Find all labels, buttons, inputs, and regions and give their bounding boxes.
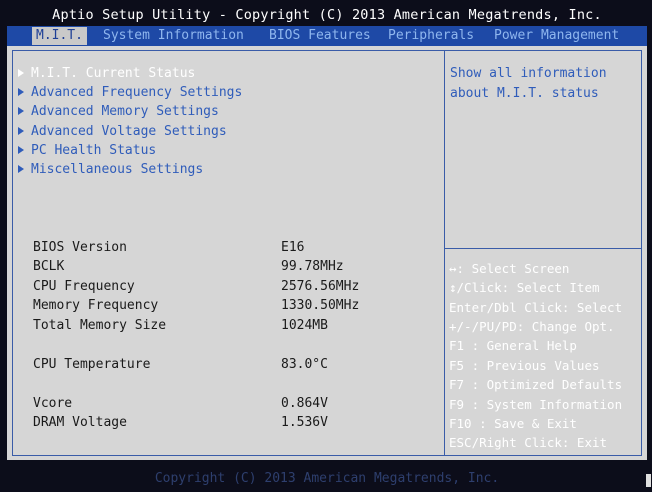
submenu-arrow-icon xyxy=(18,88,24,96)
cpu-frequency-label: CPU Frequency xyxy=(33,279,135,294)
tab-bar: M.I.T. System Information BIOS Features … xyxy=(7,26,647,46)
key-hint-system-information: F9 : System Information xyxy=(449,397,623,412)
cpu-temperature-label: CPU Temperature xyxy=(33,357,151,372)
key-hint-previous-values: F5 : Previous Values xyxy=(449,358,600,373)
help-text-line-1: Show all information xyxy=(450,66,607,81)
help-text-line-2: about M.I.T. status xyxy=(450,86,599,101)
dram-voltage-value: 1.536V xyxy=(281,415,328,430)
menu-item-label: Miscellaneous Settings xyxy=(31,162,204,177)
tab-power-management[interactable]: Power Management xyxy=(494,27,619,45)
dram-voltage-label: DRAM Voltage xyxy=(33,415,127,430)
menu-item-advanced-memory-settings[interactable]: Advanced Memory Settings xyxy=(18,103,219,121)
submenu-arrow-icon xyxy=(18,165,24,173)
key-hint-save-exit: F10 : Save & Exit xyxy=(449,416,577,431)
submenu-arrow-icon xyxy=(18,127,24,135)
total-memory-size-label: Total Memory Size xyxy=(33,318,167,333)
text-cursor xyxy=(646,474,651,487)
menu-item-label: Advanced Voltage Settings xyxy=(31,124,227,139)
bios-version-value: E16 xyxy=(281,240,305,255)
tab-system-information[interactable]: System Information xyxy=(103,27,244,45)
total-memory-size-value: 1024MB xyxy=(281,318,328,333)
submenu-arrow-icon xyxy=(18,69,24,77)
menu-item-advanced-frequency-settings[interactable]: Advanced Frequency Settings xyxy=(18,84,242,102)
bios-version-label: BIOS Version xyxy=(33,240,127,255)
footer-copyright: Copyright (C) 2013 American Megatrends, … xyxy=(7,468,647,490)
key-hint-select-screen: ↔: Select Screen xyxy=(449,261,570,276)
menu-item-label: PC Health Status xyxy=(31,143,157,158)
submenu-arrow-icon xyxy=(18,146,24,154)
menu-item-pc-health-status[interactable]: PC Health Status xyxy=(18,142,156,160)
vcore-label: Vcore xyxy=(33,396,73,411)
column-divider xyxy=(444,50,445,456)
key-hint-exit: ESC/Right Click: Exit xyxy=(449,435,608,450)
key-hint-select-item: ↕/Click: Select Item xyxy=(449,280,600,295)
memory-frequency-label: Memory Frequency xyxy=(33,298,159,313)
tab-peripherals[interactable]: Peripherals xyxy=(388,27,474,45)
tab-mit[interactable]: M.I.T. xyxy=(32,27,87,45)
key-hint-optimized-defaults: F7 : Optimized Defaults xyxy=(449,377,623,392)
cpu-temperature-value: 83.0°C xyxy=(281,357,328,372)
menu-item-label: Advanced Frequency Settings xyxy=(31,85,243,100)
key-hint-enter-select: Enter/Dbl Click: Select xyxy=(449,300,623,315)
cpu-frequency-value: 2576.56MHz xyxy=(281,279,360,294)
menu-item-miscellaneous-settings[interactable]: Miscellaneous Settings xyxy=(18,161,203,179)
menu-item-label: Advanced Memory Settings xyxy=(31,104,219,119)
menu-item-advanced-voltage-settings[interactable]: Advanced Voltage Settings xyxy=(18,123,227,141)
tab-bios-features[interactable]: BIOS Features xyxy=(269,27,371,45)
menu-item-mit-current-status[interactable]: M.I.T. Current Status xyxy=(18,65,195,83)
bclk-value: 99.78MHz xyxy=(281,259,344,274)
help-divider xyxy=(445,248,642,249)
submenu-arrow-icon xyxy=(18,107,24,115)
key-hint-change-option: +/-/PU/PD: Change Opt. xyxy=(449,319,615,334)
menu-item-label: M.I.T. Current Status xyxy=(31,66,196,81)
vcore-value: 0.864V xyxy=(281,396,328,411)
key-hint-general-help: F1 : General Help xyxy=(449,338,577,353)
bclk-label: BCLK xyxy=(33,259,65,274)
title-bar: Aptio Setup Utility - Copyright (C) 2013… xyxy=(52,7,602,23)
memory-frequency-value: 1330.50MHz xyxy=(281,298,360,313)
